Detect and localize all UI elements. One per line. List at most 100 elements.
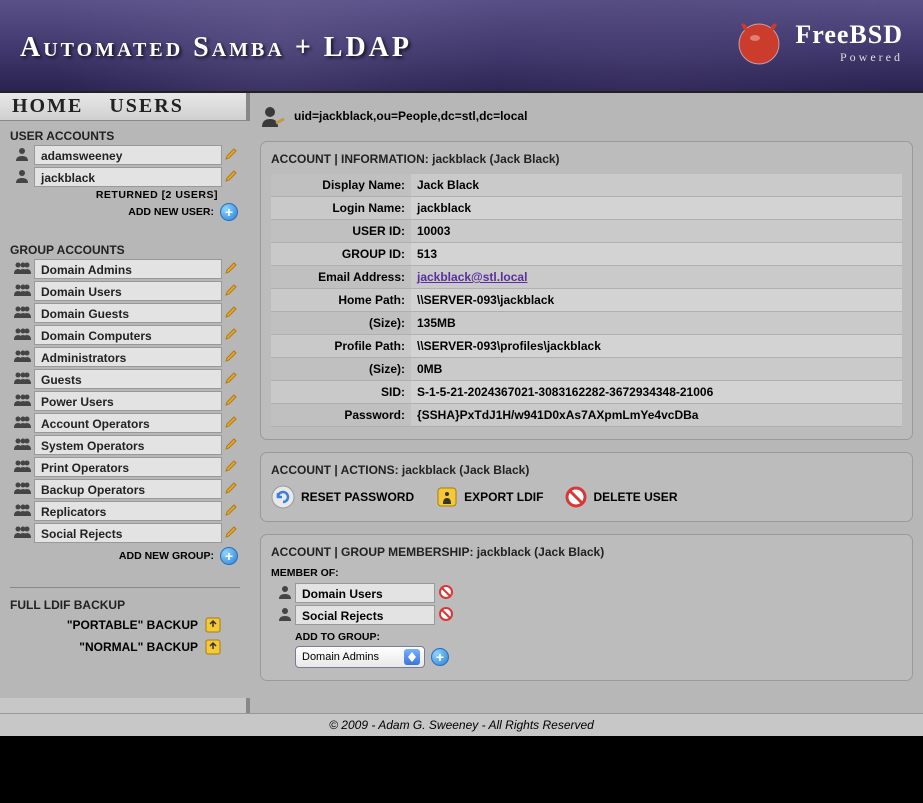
remove-icon[interactable] [438, 606, 454, 622]
group-link[interactable]: Social Rejects [34, 523, 222, 543]
pencil-icon[interactable] [224, 169, 238, 183]
info-value: \\SERVER-093\profiles\jackblack [411, 335, 902, 358]
pencil-icon[interactable] [224, 327, 238, 341]
group-link[interactable]: Domain Admins [34, 259, 222, 279]
pencil-icon[interactable] [224, 525, 238, 539]
info-label: Password: [271, 404, 411, 427]
info-value: \\SERVER-093\jackblack [411, 289, 902, 312]
pencil-icon[interactable] [224, 459, 238, 473]
group-link[interactable]: Guests [34, 369, 222, 389]
info-value: 10003 [411, 220, 902, 243]
user-link-jackblack[interactable]: jackblack [34, 167, 222, 187]
backup-heading: FULL LDIF BACKUP [10, 598, 240, 612]
info-label: GROUP ID: [271, 243, 411, 266]
pencil-icon[interactable] [224, 503, 238, 517]
group-icon [13, 415, 31, 429]
logo-text-main: FreeBSD [795, 20, 903, 50]
group-link[interactable]: Print Operators [34, 457, 222, 477]
pencil-icon[interactable] [224, 349, 238, 363]
export-ldif-button[interactable]: EXPORT LDIF [436, 486, 543, 508]
group-membership-panel: ACCOUNT | GROUP MEMBERSHIP: jackblack (J… [260, 534, 913, 681]
group-link[interactable]: Account Operators [34, 413, 222, 433]
pencil-icon[interactable] [224, 481, 238, 495]
info-row: GROUP ID: 513 [271, 243, 902, 266]
info-value: 513 [411, 243, 902, 266]
group-link[interactable]: Domain Computers [34, 325, 222, 345]
pencil-icon[interactable] [224, 261, 238, 275]
pencil-icon[interactable] [224, 415, 238, 429]
pencil-icon[interactable] [224, 147, 238, 161]
add-group-button[interactable]: + [220, 547, 238, 565]
nav-users[interactable]: USERS [109, 95, 183, 118]
group-icon [13, 371, 31, 385]
pencil-icon[interactable] [224, 371, 238, 385]
membership-name[interactable]: Social Rejects [295, 605, 435, 625]
pencil-icon[interactable] [224, 393, 238, 407]
backup-normal-label: "NORMAL" BACKUP [79, 640, 198, 654]
user-accounts-heading: USER ACCOUNTS [10, 129, 240, 143]
nav-home[interactable]: HOME [12, 95, 83, 118]
group-row: Domain Computers [10, 325, 240, 345]
info-label: SID: [271, 381, 411, 404]
reset-password-label: RESET PASSWORD [301, 490, 414, 504]
group-icon [13, 327, 31, 341]
add-to-group-selected: Domain Admins [302, 651, 379, 663]
export-ldif-label: EXPORT LDIF [464, 490, 543, 504]
email-link[interactable]: jackblack@stl.local [417, 270, 527, 284]
group-link[interactable]: Domain Guests [34, 303, 222, 323]
delete-user-label: DELETE USER [593, 490, 677, 504]
user-accounts-section: USER ACCOUNTS adamsweeney jackblack [10, 129, 240, 221]
group-row: Power Users [10, 391, 240, 411]
app-header: Automated Samba + LDAP FreeBSD Powered [0, 0, 923, 93]
dn-bar: uid=jackblack,ou=People,dc=stl,dc=local [260, 101, 913, 141]
info-label: USER ID: [271, 220, 411, 243]
group-link[interactable]: Administrators [34, 347, 222, 367]
info-value: 0MB [411, 358, 902, 381]
group-row: Guests [10, 369, 240, 389]
add-to-group-select[interactable]: Domain Admins [295, 646, 425, 668]
user-icon [277, 584, 293, 600]
group-row: Account Operators [10, 413, 240, 433]
export-icon[interactable] [204, 638, 222, 656]
pencil-icon[interactable] [224, 283, 238, 297]
group-membership-title: ACCOUNT | GROUP MEMBERSHIP: jackblack (J… [271, 545, 902, 559]
info-value: Jack Black [411, 174, 902, 197]
account-actions-title: ACCOUNT | ACTIONS: jackblack (Jack Black… [271, 463, 902, 477]
logo-text-sub: Powered [795, 50, 903, 65]
add-user-button[interactable]: + [220, 203, 238, 221]
remove-icon[interactable] [438, 584, 454, 600]
group-link[interactable]: System Operators [34, 435, 222, 455]
membership-name[interactable]: Domain Users [295, 583, 435, 603]
info-label: Profile Path: [271, 335, 411, 358]
user-row: adamsweeney [10, 145, 240, 165]
info-row: (Size): 0MB [271, 358, 902, 381]
group-icon [13, 503, 31, 517]
info-value: {SSHA}PxTdJ1H/w941D0xAs7AXpmLmYe4vcDBa [411, 404, 902, 427]
pencil-icon[interactable] [224, 305, 238, 319]
user-link-adamsweeney[interactable]: adamsweeney [34, 145, 222, 165]
footer: © 2009 - Adam G. Sweeney - All Rights Re… [0, 713, 923, 736]
top-nav: HOME USERS [0, 93, 246, 121]
group-link[interactable]: Replicators [34, 501, 222, 521]
group-row: Domain Admins [10, 259, 240, 279]
membership-row: Domain Users [275, 583, 902, 603]
add-to-group-button[interactable]: + [431, 648, 449, 666]
group-icon [13, 437, 31, 451]
group-link[interactable]: Backup Operators [34, 479, 222, 499]
refresh-icon [271, 485, 295, 509]
dn-text: uid=jackblack,ou=People,dc=stl,dc=local [294, 109, 527, 123]
info-row: Home Path: \\SERVER-093\jackblack [271, 289, 902, 312]
export-icon[interactable] [204, 616, 222, 634]
prohibit-icon [565, 486, 587, 508]
pencil-icon[interactable] [224, 437, 238, 451]
group-link[interactable]: Domain Users [34, 281, 222, 301]
group-icon [13, 261, 31, 275]
group-link[interactable]: Power Users [34, 391, 222, 411]
info-value: S-1-5-21-2024367021-3083162282-367293434… [411, 381, 902, 404]
group-row: Domain Users [10, 281, 240, 301]
delete-user-button[interactable]: DELETE USER [565, 486, 677, 508]
group-row: Administrators [10, 347, 240, 367]
add-group-label: ADD NEW GROUP: [119, 550, 214, 562]
info-row: SID: S-1-5-21-2024367021-3083162282-3672… [271, 381, 902, 404]
reset-password-button[interactable]: RESET PASSWORD [271, 485, 414, 509]
